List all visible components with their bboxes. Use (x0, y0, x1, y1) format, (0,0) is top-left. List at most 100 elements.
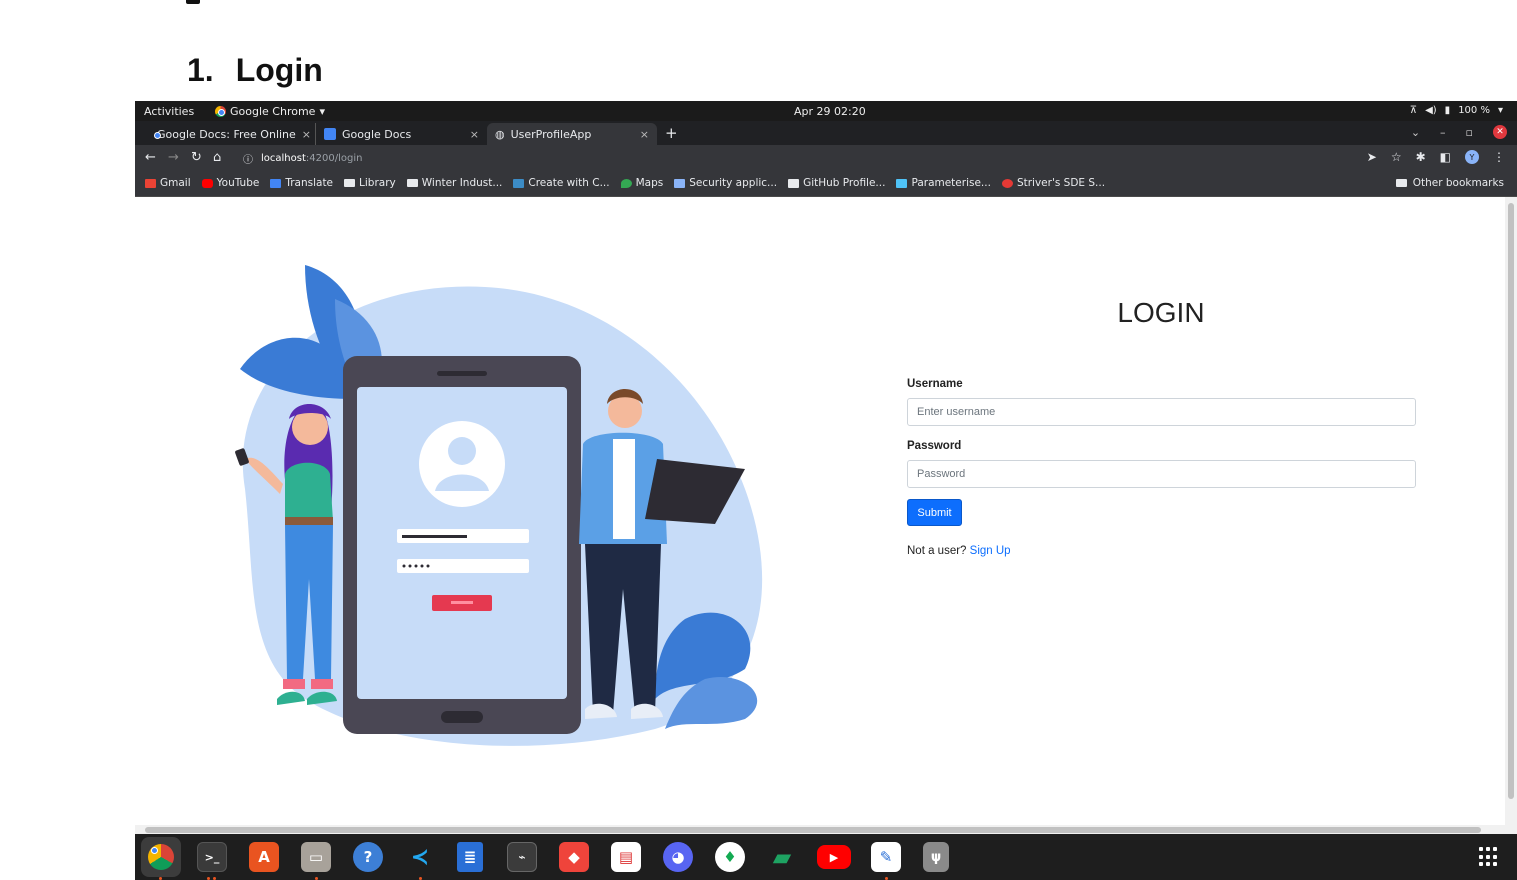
heading-text: Login (235, 52, 323, 88)
bookmark-youtube[interactable]: YouTube (201, 177, 259, 189)
bookmark-strivers-sde-sheet[interactable]: Striver's SDE S... (1001, 177, 1106, 189)
close-icon[interactable]: × (640, 128, 649, 141)
login-illustration (235, 265, 763, 746)
scrollbar-thumb[interactable] (1508, 203, 1514, 799)
bookmark-security-application[interactable]: Security applic... (674, 177, 777, 189)
tab-title: Google Docs: Free Online (157, 127, 296, 141)
bookmark-label: Library (359, 177, 396, 189)
terminal-icon[interactable]: >_ (197, 842, 227, 872)
chrome-icon[interactable] (141, 837, 181, 877)
restore-icon[interactable]: ▫ (1466, 126, 1473, 139)
bookmark-winter-industry[interactable]: Winter Indust... (406, 177, 503, 189)
show-applications-icon[interactable] (1479, 847, 1499, 867)
desktop-screenshot: Activities Google Chrome ▾ Apr 29 02:20 … (135, 101, 1517, 880)
bookmark-github-profile[interactable]: GitHub Profile... (788, 177, 885, 189)
password-label: Password (907, 440, 962, 452)
bookmark-maps[interactable]: Maps (620, 177, 664, 189)
app-menu[interactable]: Google Chrome ▾ (215, 105, 325, 118)
close-icon[interactable]: × (470, 128, 479, 141)
bookmark-parameterise[interactable]: Parameterise... (896, 177, 991, 189)
bookmark-label: Gmail (160, 177, 191, 189)
back-icon[interactable]: ← (145, 150, 156, 165)
network-icon: ⊼ (1409, 105, 1418, 116)
vscode-icon[interactable]: ≺ (405, 842, 435, 872)
bookmark-gmail[interactable]: Gmail (145, 177, 191, 189)
anydesk-icon[interactable]: ◆ (559, 842, 589, 872)
menu-icon[interactable]: ⋮ (1493, 150, 1505, 164)
google-chat-icon[interactable]: ▰ (767, 842, 797, 872)
tray-caret-icon: ▾ (1497, 105, 1503, 116)
vertical-scrollbar[interactable] (1505, 197, 1517, 825)
bot-icon (896, 178, 908, 188)
globe-icon: ◍ (495, 127, 505, 141)
password-input[interactable] (907, 460, 1416, 488)
site-info-icon[interactable]: ⓘ (243, 151, 253, 166)
folder-icon (344, 179, 356, 187)
tab-google-docs[interactable]: Google Docs × (315, 123, 487, 145)
gmail-icon (145, 178, 156, 188)
caret-down-icon: ▾ (319, 105, 325, 118)
bookmark-library[interactable]: Library (344, 177, 396, 189)
bookmark-label: Striver's SDE S... (1016, 177, 1106, 189)
system-monitor-icon[interactable]: ⌁ (507, 842, 537, 872)
notes-icon[interactable]: ✎ (871, 842, 901, 872)
scrollbar-thumb[interactable] (145, 827, 1481, 833)
bookmark-star-icon[interactable]: ☆ (1391, 150, 1402, 164)
forward-icon[interactable]: → (168, 150, 179, 165)
bookmark-create-with-code[interactable]: Create with C... (513, 177, 610, 189)
home-icon[interactable]: ⌂ (213, 150, 221, 165)
username-label: Username (907, 378, 963, 390)
files-icon[interactable]: ▭ (301, 842, 331, 872)
tab-title: Google Docs (342, 127, 412, 141)
bookmark-label: Maps (635, 177, 664, 189)
site-icon (1001, 178, 1013, 188)
youtube-icon (201, 178, 213, 188)
bookmarks-bar: Gmail YouTube Translate Library Winter I… (135, 171, 1517, 197)
youtube-icon[interactable]: ▶ (817, 845, 851, 869)
new-tab-button[interactable]: + (665, 124, 678, 142)
ubuntu-dock: >_ A ▭ ? ≺ ≣ ⌁ ◆ ▤ ◕ ♦ ▰ ▶ ✎ ψ (135, 834, 1517, 880)
activities-button[interactable]: Activities (144, 105, 194, 118)
tab-search-icon[interactable]: ⌄ (1411, 126, 1420, 139)
bookmark-label: Winter Indust... (421, 177, 503, 189)
discord-icon[interactable]: ◕ (663, 842, 693, 872)
tab-google-docs-free-online[interactable]: Google Docs: Free Online × (143, 123, 315, 145)
docs-favicon-icon (324, 128, 336, 140)
bookmarks-list: Gmail YouTube Translate Library Winter I… (145, 177, 1105, 189)
close-window-icon[interactable]: ✕ (1493, 125, 1507, 139)
profile-avatar[interactable]: Y (1465, 150, 1479, 164)
address-bar[interactable]: ⓘ localhost:4200/login (235, 148, 1385, 168)
usb-drive-icon[interactable]: ψ (923, 842, 949, 872)
document-text-fragment (186, 0, 200, 4)
bookmark-label: Security applic... (689, 177, 778, 189)
send-tab-icon[interactable]: ➤ (1367, 150, 1377, 164)
maps-icon (620, 178, 632, 188)
mongodb-compass-icon[interactable]: ♦ (715, 842, 745, 872)
software-center-icon[interactable]: A (249, 842, 279, 872)
system-tray[interactable]: ⊼ ◀) ▮ 100 % ▾ (1410, 105, 1503, 116)
bookmark-translate[interactable]: Translate (270, 177, 333, 189)
minimize-icon[interactable]: – (1440, 126, 1446, 139)
clock[interactable]: Apr 29 02:20 (794, 105, 866, 118)
extensions-icon[interactable]: ✱ (1416, 150, 1426, 164)
text-editor-icon[interactable]: ≣ (457, 842, 483, 872)
reload-icon[interactable]: ↻ (191, 150, 202, 165)
other-bookmarks[interactable]: Other bookmarks (1395, 177, 1504, 189)
submit-button[interactable]: Submit (907, 499, 962, 526)
chrome-logo-icon (148, 844, 174, 870)
battery-level: 100 % (1458, 105, 1490, 116)
tab-title: UserProfileApp (510, 127, 592, 141)
bookmark-label: Translate (285, 177, 334, 189)
app-menu-label: Google Chrome (230, 105, 316, 118)
battery-icon: ▮ (1444, 105, 1451, 116)
signup-link[interactable]: Sign Up (970, 545, 1011, 557)
translate-icon (270, 178, 282, 188)
document-viewer-icon[interactable]: ▤ (611, 842, 641, 872)
help-icon[interactable]: ? (353, 842, 383, 872)
system-top-bar: Activities Google Chrome ▾ Apr 29 02:20 … (135, 101, 1517, 121)
side-panel-icon[interactable]: ◧ (1440, 150, 1451, 164)
tab-userprofileapp[interactable]: ◍ UserProfileApp × (487, 123, 657, 145)
close-icon[interactable]: × (302, 128, 311, 141)
toolbar-actions: ➤ ☆ ✱ ◧ Y ⋮ (1367, 150, 1505, 164)
username-input[interactable] (907, 398, 1416, 426)
